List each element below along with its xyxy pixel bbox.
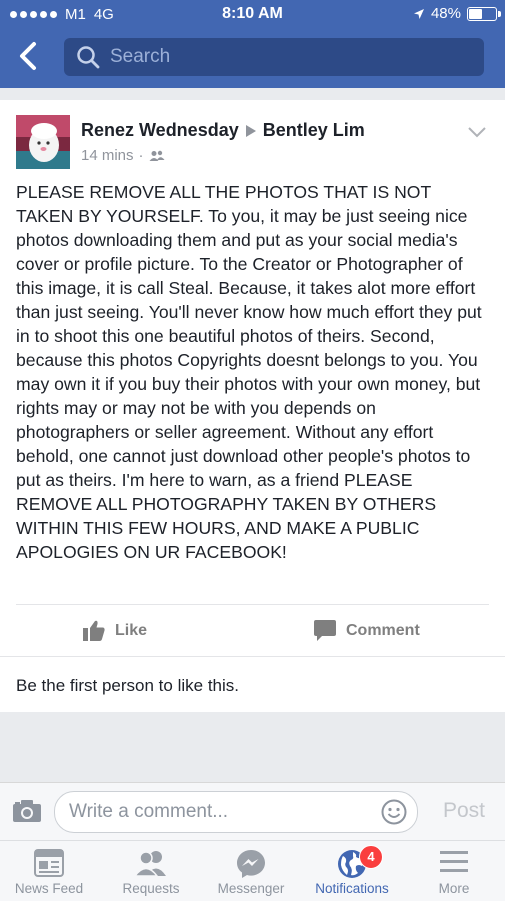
battery-percent: 48% <box>430 5 461 22</box>
menu-icon <box>440 851 468 872</box>
post-text: PLEASE REMOVE ALL THE PHOTOS THAT IS NOT… <box>16 182 482 562</box>
back-arrow-icon[interactable] <box>14 40 44 72</box>
comment-composer: Post <box>0 782 505 841</box>
like-button[interactable]: Like <box>83 620 147 641</box>
author-name[interactable]: Renez Wednesday <box>81 120 239 141</box>
like-summary: Be the first person to like this. <box>16 676 239 695</box>
battery-icon <box>467 6 501 21</box>
avatar[interactable] <box>16 115 70 169</box>
like-label: Like <box>115 621 148 639</box>
news-feed-icon <box>34 849 64 877</box>
post-meta: 14 mins · <box>81 147 165 164</box>
chevron-down-icon[interactable] <box>467 126 487 138</box>
bottom-tab-bar: News Feed Requests Messenger 4 Notificat… <box>0 840 505 901</box>
tab-label: More <box>438 881 470 896</box>
top-bar: M1 4G 8:10 AM 48% <box>0 0 505 88</box>
comment-input[interactable] <box>67 800 371 824</box>
search-input[interactable] <box>108 45 472 69</box>
thumbs-up-icon <box>83 620 105 641</box>
triangle-right-icon <box>245 124 256 137</box>
tab-label: News Feed <box>14 881 84 896</box>
meta-separator: · <box>138 147 144 164</box>
tab-more[interactable]: More <box>409 841 499 901</box>
comment-button[interactable]: Comment <box>314 620 420 641</box>
tab-label: Messenger <box>217 881 285 896</box>
comment-bubble-icon <box>314 620 336 641</box>
post-time[interactable]: 14 mins <box>81 147 134 164</box>
comment-label: Comment <box>346 621 420 639</box>
location-arrow-icon <box>413 8 424 19</box>
post-author-line: Renez Wednesday Bentley Lim <box>81 120 365 141</box>
search-icon <box>77 46 100 69</box>
comment-box[interactable] <box>54 791 418 833</box>
sticker-smiley-icon[interactable] <box>381 799 407 825</box>
target-name[interactable]: Bentley Lim <box>263 120 365 141</box>
tab-notifications[interactable]: 4 Notifications <box>307 841 397 901</box>
friends-icon <box>149 150 165 161</box>
friend-requests-icon <box>134 851 166 877</box>
tab-requests[interactable]: Requests <box>106 841 196 901</box>
tab-news-feed[interactable]: News Feed <box>4 841 94 901</box>
tab-messenger[interactable]: Messenger <box>206 841 296 901</box>
divider <box>16 604 489 605</box>
status-bar: M1 4G 8:10 AM 48% <box>0 0 505 28</box>
notification-badge: 4 <box>359 845 383 869</box>
tab-label: Requests <box>122 881 180 896</box>
divider <box>0 656 505 657</box>
post-card: Renez Wednesday Bentley Lim 14 mins · PL… <box>0 100 505 712</box>
search-bar[interactable] <box>64 38 484 76</box>
post-comment-button[interactable]: Post <box>443 799 485 823</box>
tab-label: Notifications <box>315 881 389 896</box>
camera-icon[interactable] <box>12 799 42 823</box>
messenger-icon <box>237 850 265 878</box>
post-actions: Like Comment <box>0 606 505 656</box>
